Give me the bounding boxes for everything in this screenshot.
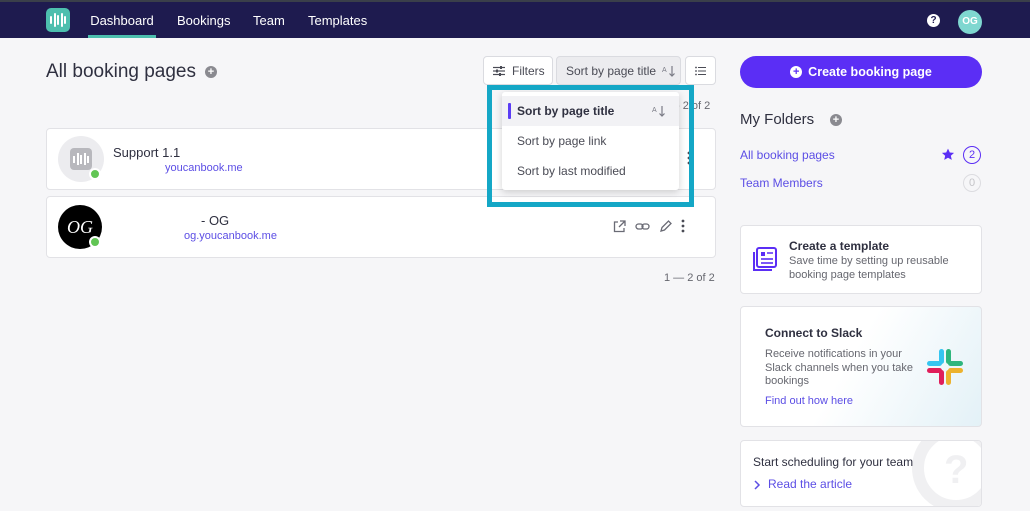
create-template-card[interactable]: Create a template Save time by setting u… <box>740 225 982 294</box>
add-folder-icon[interactable]: + <box>830 114 842 126</box>
top-nav: Dashboard Bookings Team Templates ? OG <box>0 0 1030 38</box>
folders-title: My Folders <box>740 111 815 128</box>
booking-page-link[interactable]: og.youcanbook.me <box>184 230 277 242</box>
pagination-bottom: 1 — 2 of 2 <box>664 272 715 284</box>
slack-card-text: Receive notifications in your Slack chan… <box>765 348 913 387</box>
copy-link-icon[interactable] <box>635 220 650 233</box>
sort-az-icon: A <box>662 65 675 77</box>
avatar-initials: OG <box>67 217 93 237</box>
svg-text:A: A <box>652 107 657 114</box>
page-title: All booking pages <box>46 61 196 82</box>
booking-page-link[interactable]: youcanbook.me <box>165 162 243 174</box>
more-options-icon[interactable] <box>681 219 685 233</box>
slack-card-link[interactable]: Find out how here <box>765 395 853 407</box>
nav-templates[interactable]: Templates <box>308 2 367 38</box>
question-watermark-icon: ? <box>912 441 981 506</box>
schedule-team-card: ? Start scheduling for your team Read th… <box>740 440 982 507</box>
sort-menu: Sort by page title A Sort by page link S… <box>502 92 679 190</box>
chevron-right-icon <box>754 480 761 490</box>
slack-logo-icon <box>927 349 963 385</box>
list-view-button[interactable] <box>685 56 716 85</box>
booking-page-row[interactable]: OG - OG og.youcanbook.me <box>46 196 716 258</box>
sort-button[interactable]: Sort by page title A <box>556 56 681 85</box>
list-icon <box>695 66 706 75</box>
sort-label: Sort by page title <box>566 63 657 78</box>
app-logo-icon <box>70 148 92 170</box>
booking-page-title: Support 1.1 <box>113 145 181 160</box>
nav-dashboard[interactable]: Dashboard <box>88 2 156 38</box>
folder-team-members[interactable]: Team Members <box>740 176 823 190</box>
external-link-icon[interactable] <box>613 219 626 233</box>
status-badge <box>89 168 101 180</box>
add-booking-page-icon[interactable]: + <box>205 66 217 78</box>
folder-count-badge: 2 <box>963 146 981 164</box>
filter-icon <box>493 65 505 76</box>
sort-option-page-link[interactable]: Sort by page link <box>502 126 679 156</box>
schedule-card-title: Start scheduling for your team <box>753 455 914 469</box>
help-icon[interactable]: ? <box>927 14 940 27</box>
filters-label: Filters <box>512 63 545 78</box>
filters-button[interactable]: Filters <box>483 56 553 85</box>
template-card-title: Create a template <box>789 239 890 253</box>
slack-card-title: Connect to Slack <box>765 326 863 340</box>
sort-option-last-modified[interactable]: Sort by last modified <box>502 156 679 186</box>
nav-bookings[interactable]: Bookings <box>177 2 230 38</box>
star-icon[interactable] <box>941 148 955 161</box>
pagination-top: - 2 of 2 <box>676 100 711 112</box>
template-card-text: Save time by setting up reusable booking… <box>789 255 949 281</box>
status-badge <box>89 236 101 248</box>
template-icon <box>753 247 777 271</box>
nav-team[interactable]: Team <box>253 2 285 38</box>
app-logo-icon[interactable] <box>46 8 70 32</box>
create-booking-page-button[interactable]: + Create booking page <box>740 56 982 88</box>
svg-text:?: ? <box>944 448 968 492</box>
booking-page-title: - OG <box>201 213 230 228</box>
plus-icon: + <box>790 66 803 78</box>
folder-all-booking-pages[interactable]: All booking pages <box>740 148 835 162</box>
sort-az-icon: A <box>652 106 665 117</box>
edit-icon[interactable] <box>659 219 672 233</box>
folder-count-badge: 0 <box>963 174 981 192</box>
schedule-card-link[interactable]: Read the article <box>768 477 852 491</box>
user-avatar[interactable]: OG <box>958 10 982 34</box>
svg-text:A: A <box>662 67 667 74</box>
more-options-icon[interactable] <box>687 151 691 165</box>
create-booking-page-label: Create booking page <box>808 65 932 79</box>
slack-card: Connect to Slack Receive notifications i… <box>740 306 982 427</box>
